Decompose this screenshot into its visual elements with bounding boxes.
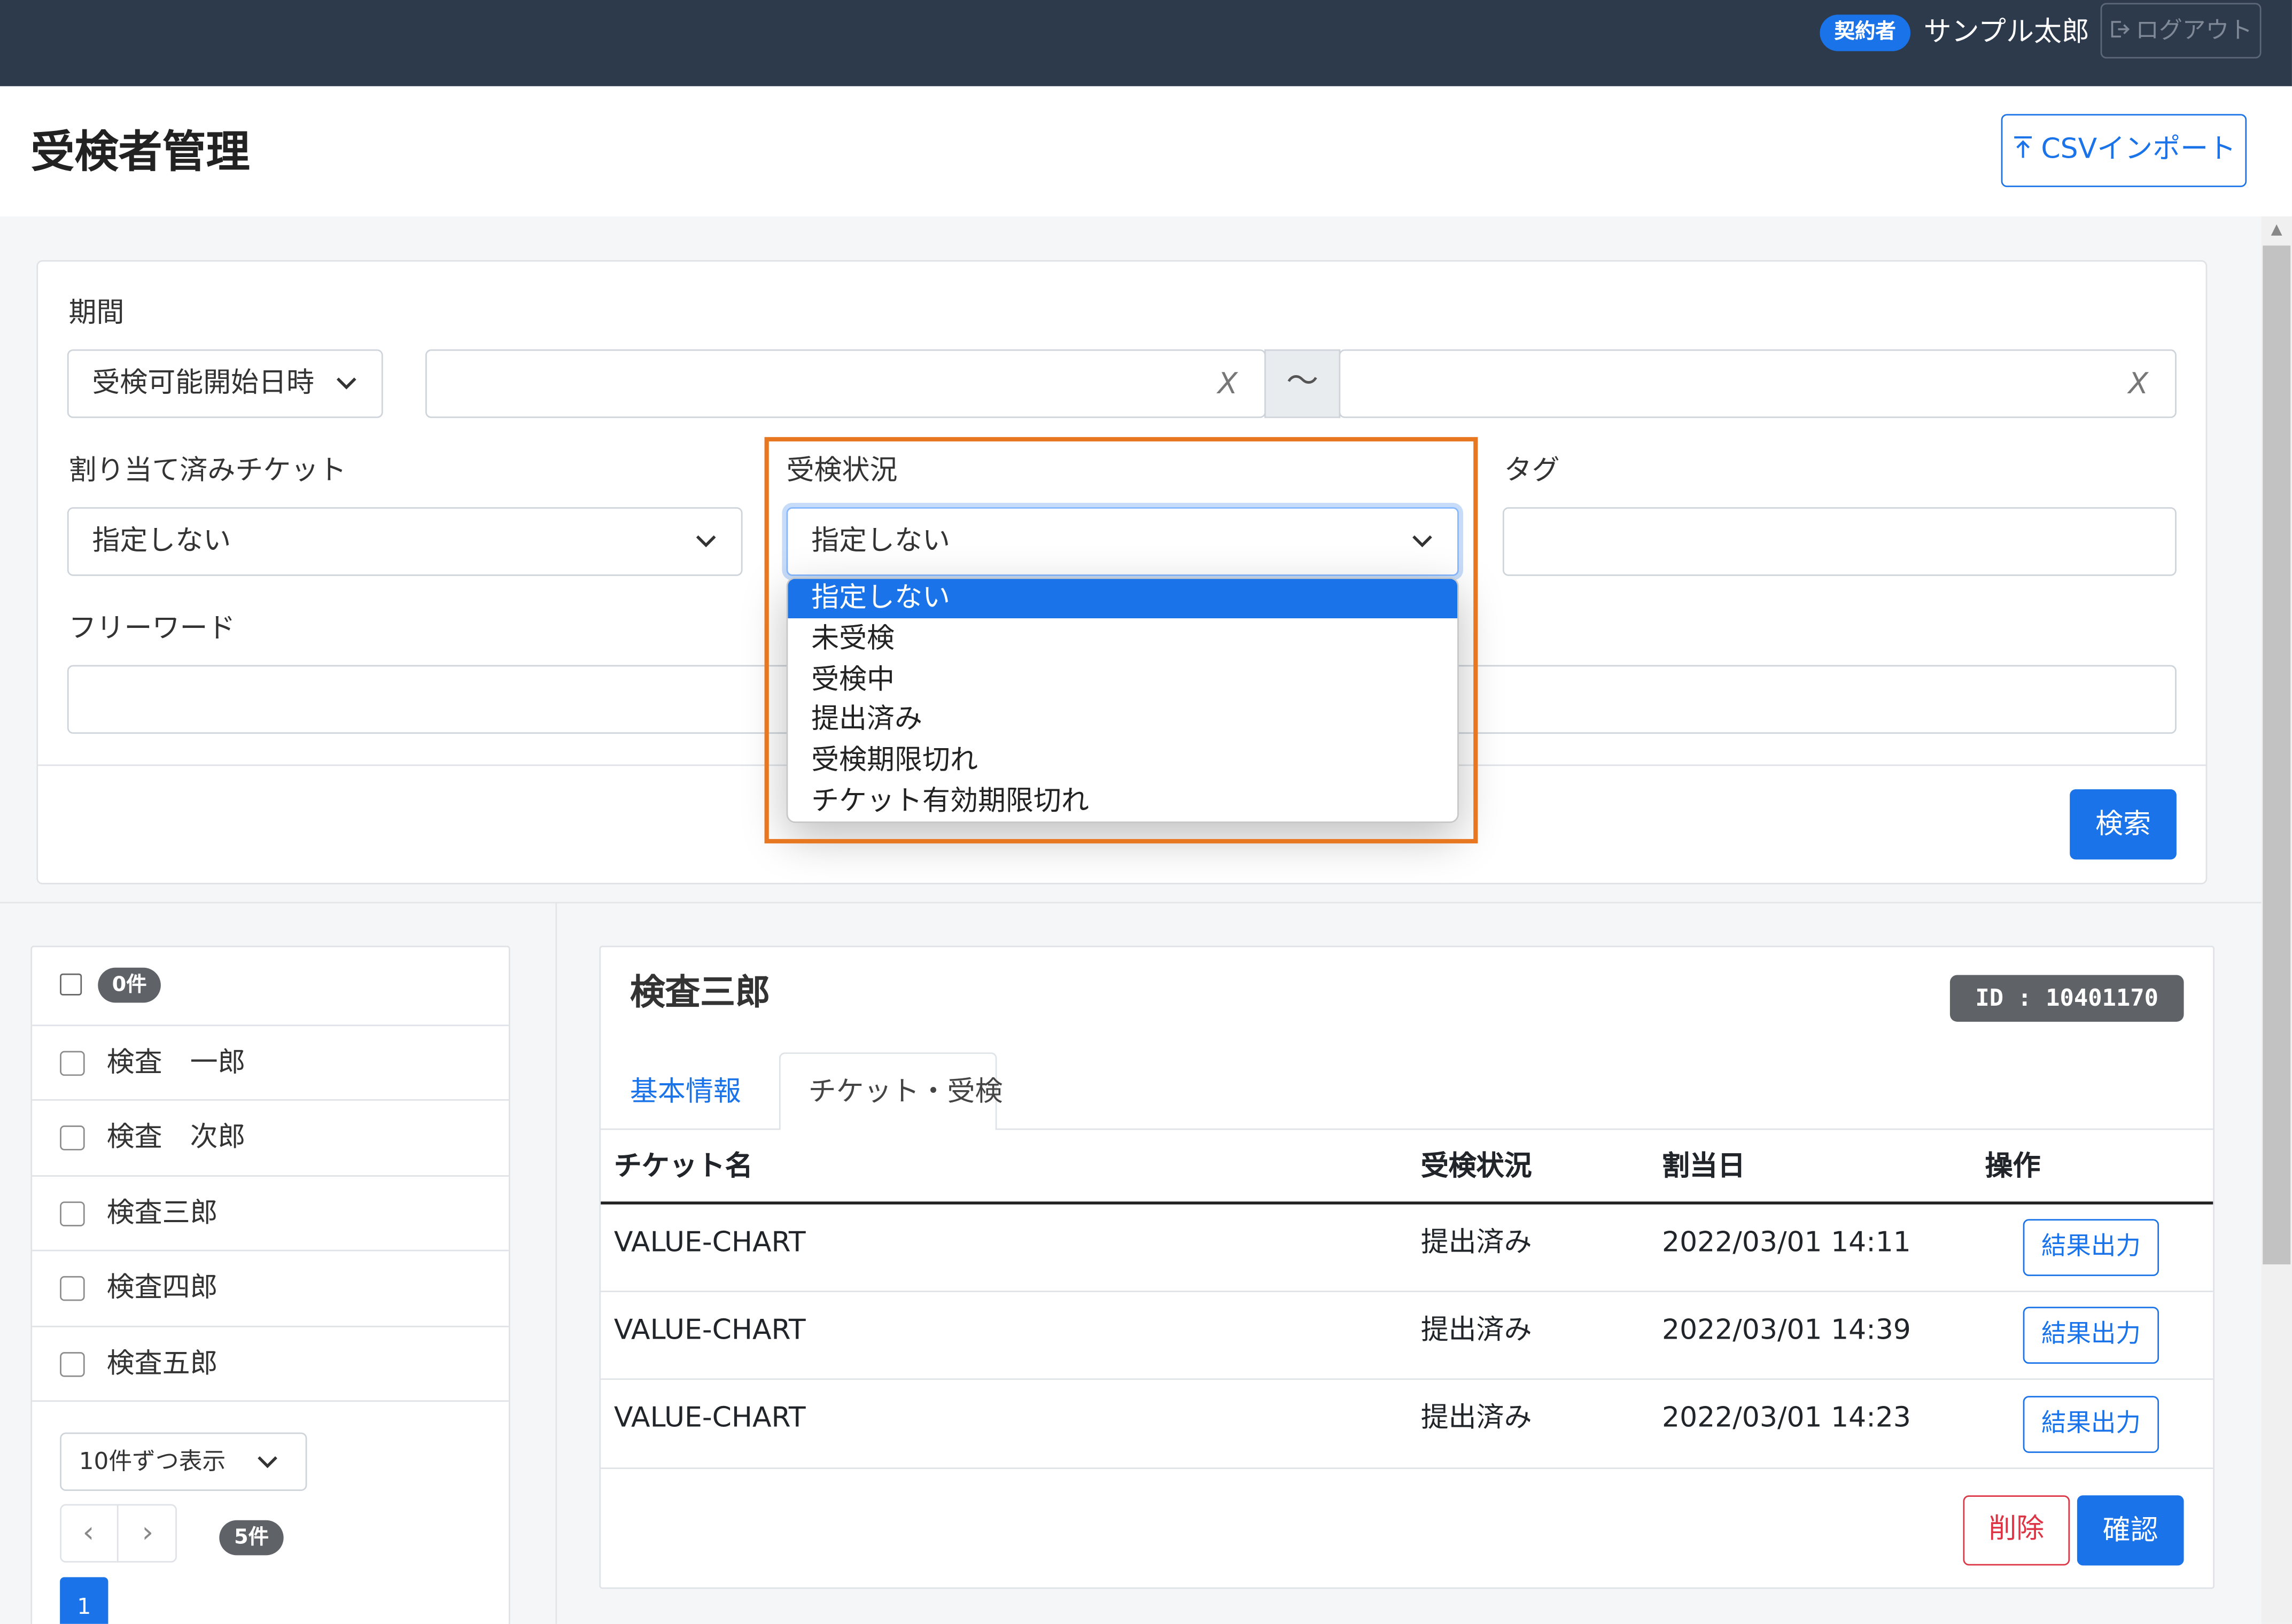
export-result-button[interactable]: 結果出力: [2023, 1219, 2159, 1276]
per-page-value: 10件ずつ表示: [79, 1447, 226, 1475]
status-option[interactable]: 指定しない: [788, 579, 1458, 619]
person-name[interactable]: 検査三郎: [107, 1193, 218, 1234]
upload-icon: [2015, 136, 2032, 158]
logout-button[interactable]: ログアウト: [2100, 3, 2262, 59]
person-checkbox[interactable]: [60, 1051, 85, 1076]
person-checkbox[interactable]: [60, 1352, 85, 1377]
row-status: 提出済み: [1420, 1314, 1532, 1347]
tab-basic-info[interactable]: 基本情報: [630, 1071, 741, 1113]
period-start-input[interactable]: [425, 349, 1266, 418]
csv-import-label: CSVインポート: [2041, 133, 2236, 166]
logout-label: ログアウト: [2135, 16, 2253, 44]
delete-button[interactable]: 削除: [1963, 1495, 2070, 1566]
select-all-checkbox[interactable]: [60, 973, 82, 996]
table-header-rule: [601, 1201, 2213, 1205]
person-checkbox[interactable]: [60, 1276, 85, 1301]
status-option[interactable]: チケット有効期限切れ: [788, 782, 1457, 821]
person-checkbox[interactable]: [60, 1125, 85, 1151]
export-result-button[interactable]: 結果出力: [2023, 1307, 2159, 1364]
list-divider: [32, 1175, 509, 1177]
status-select-value: 指定しない: [811, 524, 950, 557]
next-page-button[interactable]: ›: [119, 1504, 177, 1563]
list-divider: [32, 1249, 509, 1252]
person-checkbox[interactable]: [60, 1201, 85, 1226]
csv-import-button[interactable]: CSVインポート: [2001, 114, 2247, 188]
page-1-button[interactable]: 1: [60, 1577, 108, 1624]
row-ticket: VALUE-CHART: [613, 1226, 806, 1259]
row-date: 2022/03/01 14:11: [1662, 1226, 1911, 1259]
status-label: 受検状況: [786, 454, 898, 487]
person-name[interactable]: 検査 次郎: [107, 1117, 246, 1158]
tab-baseline: [995, 1128, 2213, 1130]
col-ticket-name: チケット名: [613, 1150, 753, 1183]
chevron-down-icon: [258, 1456, 277, 1468]
chevron-down-icon: [696, 535, 716, 548]
detail-person-name: 検査三郎: [630, 972, 771, 1013]
clear-start-icon[interactable]: X: [1218, 351, 1238, 415]
scroll-up-arrow-icon[interactable]: ▲: [2262, 219, 2292, 243]
per-page-select[interactable]: 10件ずつ表示: [60, 1432, 307, 1491]
freeword-label: フリーワード: [68, 612, 236, 645]
page-title: 受検者管理: [30, 127, 250, 178]
ticket-label: 割り当て済みチケット: [68, 454, 347, 487]
row-status: 提出済み: [1420, 1226, 1532, 1259]
tab-ticket-exam[interactable]: チケット・受検: [809, 1071, 1003, 1113]
status-option[interactable]: 未受検: [788, 620, 1457, 659]
page-header: [0, 86, 2292, 216]
confirm-button[interactable]: 確認: [2077, 1495, 2184, 1566]
tab-baseline: [601, 1128, 779, 1130]
row-ticket: VALUE-CHART: [613, 1402, 806, 1434]
list-divider: [32, 1024, 509, 1027]
col-status: 受検状況: [1420, 1150, 1532, 1183]
list-divider: [32, 1400, 509, 1402]
row-ticket: VALUE-CHART: [613, 1314, 806, 1347]
section-divider: [0, 902, 2262, 904]
total-count-badge: 5件: [219, 1520, 284, 1556]
status-dropdown-list: 指定しない 未受検 受検中 提出済み 受検期限切れ チケット有効期限切れ: [786, 577, 1459, 823]
col-action: 操作: [1985, 1150, 2041, 1183]
period-label: 期間: [68, 297, 125, 329]
tag-label: タグ: [1504, 454, 1560, 487]
tag-input[interactable]: [1502, 507, 2177, 576]
ticket-select[interactable]: 指定しない: [67, 507, 743, 576]
clear-end-icon[interactable]: X: [2128, 351, 2148, 415]
status-option[interactable]: 提出済み: [788, 700, 1457, 740]
period-type-select[interactable]: 受検可能開始日時: [67, 349, 383, 418]
detail-card: [599, 945, 2215, 1589]
logout-icon: [2111, 21, 2130, 38]
col-assigned-date: 割当日: [1662, 1150, 1745, 1183]
user-name: サンプル太郎: [1923, 16, 2089, 49]
panel-divider: [555, 903, 557, 1624]
table-row-divider: [601, 1291, 2213, 1293]
status-option[interactable]: 受検期限切れ: [788, 741, 1457, 781]
prev-page-button[interactable]: ‹: [60, 1504, 117, 1563]
scrollbar-thumb[interactable]: [2263, 245, 2291, 1265]
period-end-input[interactable]: [1339, 349, 2177, 418]
row-date: 2022/03/01 14:23: [1662, 1402, 1911, 1434]
row-date: 2022/03/01 14:39: [1662, 1314, 1911, 1347]
list-divider: [32, 1099, 509, 1101]
period-type-value: 受検可能開始日時: [92, 367, 315, 399]
chevron-down-icon: [336, 377, 356, 390]
status-select[interactable]: 指定しない: [786, 507, 1459, 576]
list-divider: [32, 1325, 509, 1327]
role-badge: 契約者: [1820, 14, 1911, 51]
chevron-down-icon: [1412, 535, 1432, 548]
search-button[interactable]: 検索: [2070, 789, 2177, 860]
table-row-divider: [601, 1378, 2213, 1380]
status-option[interactable]: 受検中: [788, 661, 1457, 700]
ticket-select-value: 指定しない: [92, 524, 231, 557]
id-badge: ID : 10401170: [1949, 975, 2184, 1022]
selected-count-badge: 0件: [98, 967, 161, 1003]
person-name[interactable]: 検査五郎: [107, 1343, 218, 1385]
export-result-button[interactable]: 結果出力: [2023, 1396, 2159, 1453]
range-separator: 〜: [1264, 349, 1341, 418]
row-status: 提出済み: [1420, 1402, 1532, 1434]
person-name[interactable]: 検査 一郎: [107, 1042, 246, 1083]
person-name[interactable]: 検査四郎: [107, 1268, 218, 1309]
table-row-divider: [601, 1467, 2213, 1469]
